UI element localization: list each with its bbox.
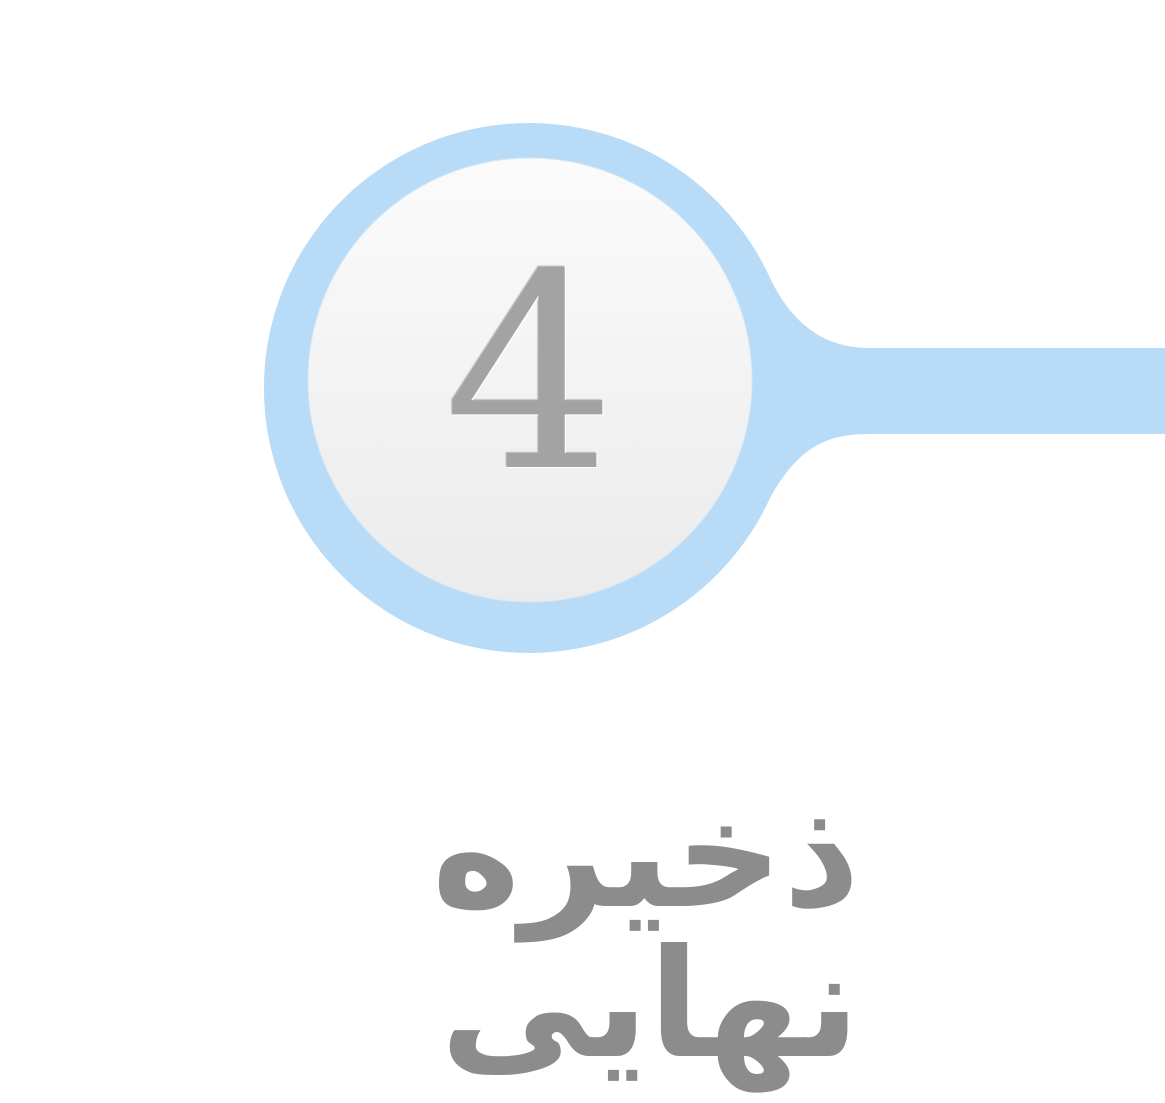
step-number: 4 — [444, 216, 616, 531]
progress-step: 4 ذخیره نهایی — [0, 0, 1165, 1103]
step-label: ذخیره نهایی — [431, 768, 860, 1092]
